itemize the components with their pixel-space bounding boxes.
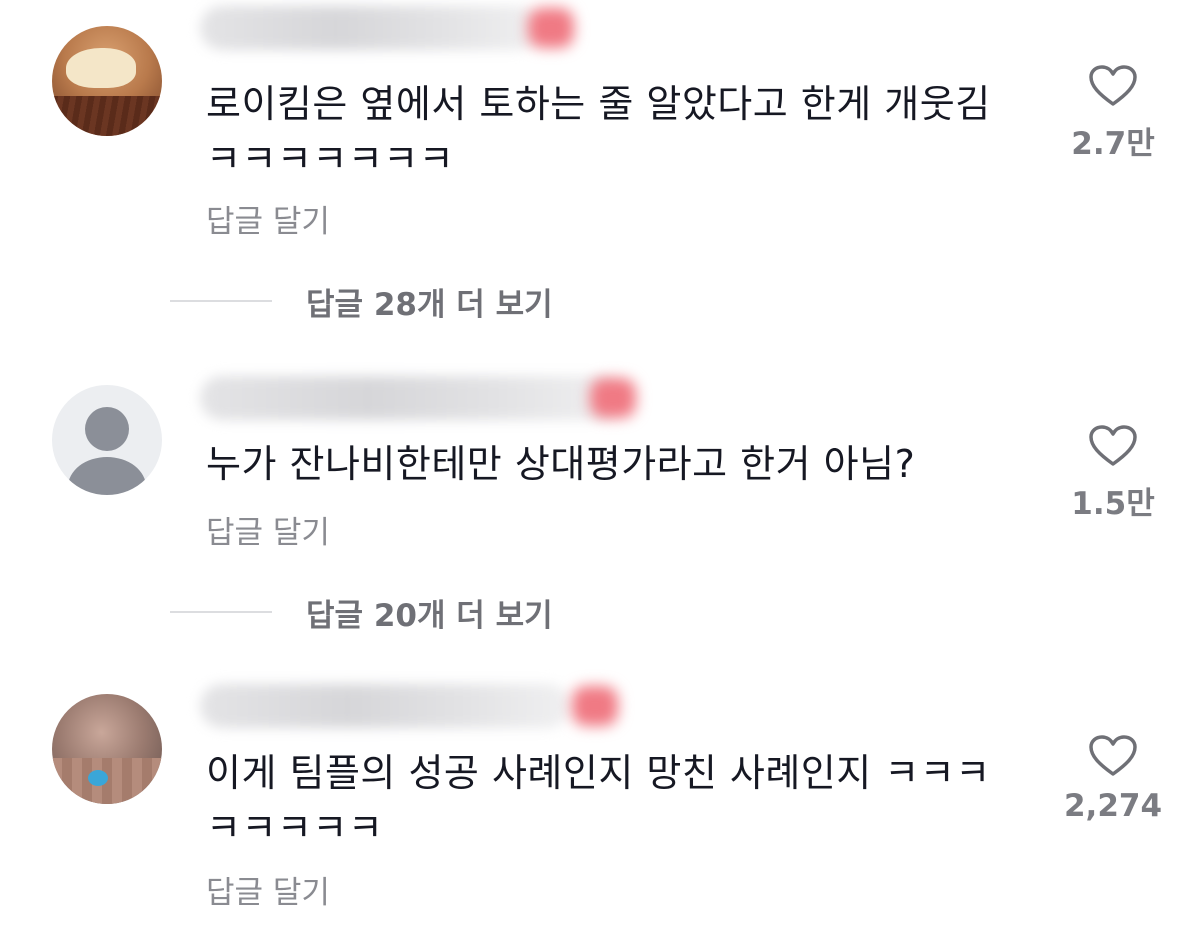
heart-outline-icon [1089, 65, 1137, 106]
divider-line [170, 300, 272, 302]
blurred-username[interactable] [200, 684, 570, 728]
user-avatar[interactable] [52, 694, 162, 804]
user-avatar[interactable] [52, 26, 162, 136]
reply-button[interactable]: 답글 달기 [206, 507, 330, 552]
like-button[interactable]: 1.5만 [1060, 424, 1166, 523]
comment-text: 이게 팀플의 성공 사례인지 망친 사례인지 ㅋㅋㅋ ㅋㅋㅋㅋㅋ [206, 751, 991, 850]
user-avatar[interactable] [52, 385, 162, 495]
like-button[interactable]: 2,274 [1060, 734, 1166, 824]
floor-image [52, 96, 162, 136]
like-count: 2.7만 [1071, 126, 1155, 162]
comment-text: 누가 잔나비한테만 상대평가라고 한거 아님? [206, 442, 916, 486]
view-more-replies[interactable]: 답글 20개 더 보기 [170, 592, 553, 634]
blurred-badge [572, 686, 618, 726]
divider-line [170, 611, 272, 613]
comment-item: 로이킴은 옆에서 토하는 줄 알았다고 한게 개웃김 ㅋㅋㅋㅋㅋㅋㅋ 답글 달기… [0, 0, 1200, 323]
like-count: 1.5만 [1071, 486, 1155, 522]
heart-outline-icon [1089, 735, 1137, 776]
ball-image [88, 770, 108, 786]
default-avatar-head [85, 407, 129, 451]
reply-button[interactable]: 답글 달기 [206, 867, 330, 912]
view-more-replies-label: 답글 20개 더 보기 [306, 597, 553, 634]
comment-text: 로이킴은 옆에서 토하는 줄 알았다고 한게 개웃김 ㅋㅋㅋㅋㅋㅋㅋ [206, 82, 991, 181]
default-avatar-body [68, 457, 146, 495]
blurred-badge [528, 8, 574, 48]
view-more-replies[interactable]: 답글 28개 더 보기 [170, 281, 553, 323]
reply-button[interactable]: 답글 달기 [206, 196, 330, 241]
heart-outline-icon [1089, 425, 1137, 466]
cat-image [66, 48, 136, 88]
blurred-username[interactable] [200, 376, 620, 420]
view-more-replies-label: 답글 28개 더 보기 [306, 286, 553, 323]
like-button[interactable]: 2.7만 [1060, 64, 1166, 163]
like-count: 2,274 [1063, 788, 1163, 824]
blurred-username[interactable] [200, 6, 540, 50]
blurred-badge [590, 378, 636, 418]
